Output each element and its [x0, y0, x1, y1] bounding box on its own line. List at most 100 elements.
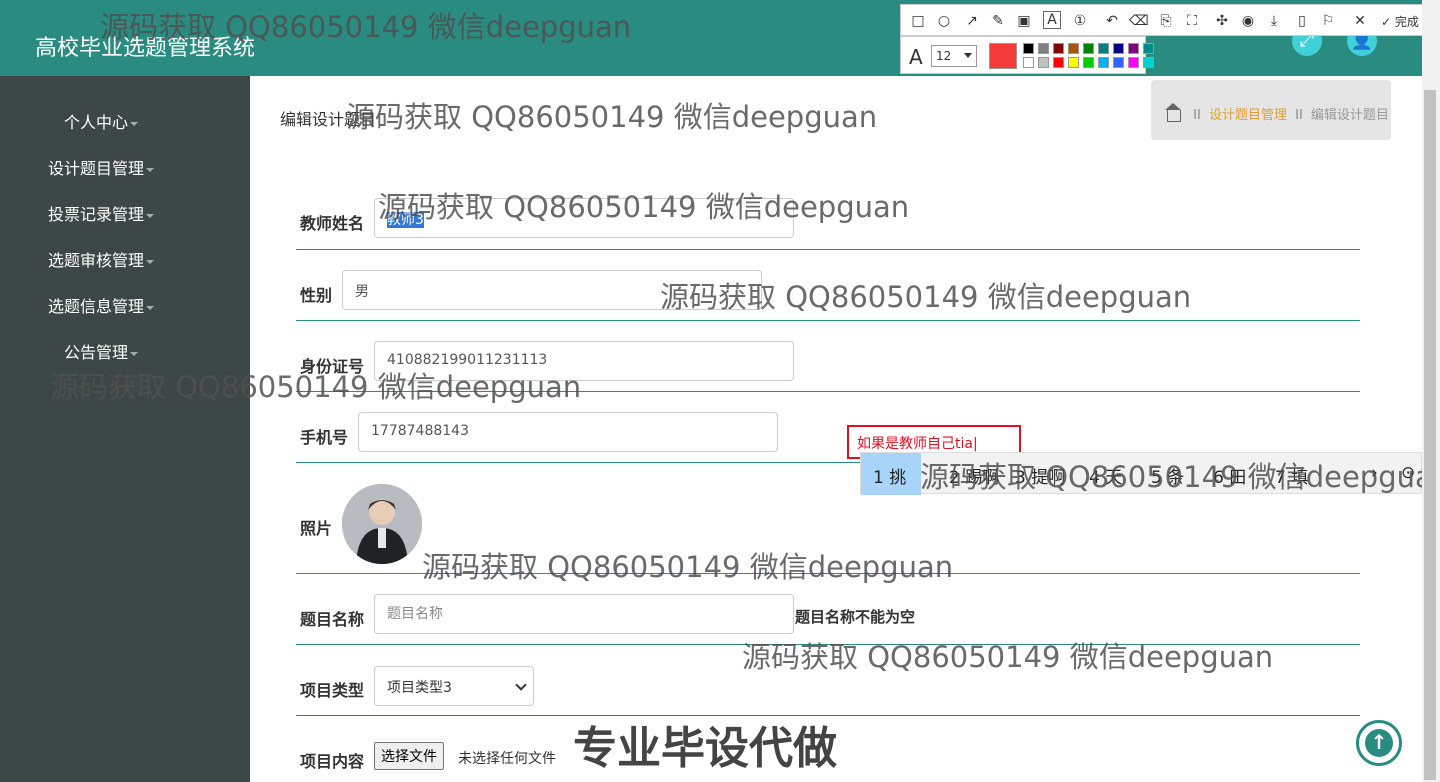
sidebar-item-vote-records[interactable]: 投票记录管理 [0, 201, 226, 225]
undo-icon[interactable]: ↶ [1103, 13, 1121, 29]
caret-down-icon [146, 305, 154, 310]
color-swatch[interactable] [1023, 43, 1034, 54]
topic-name-label: 题目名称 [300, 610, 365, 629]
ime-candidate[interactable]: 2 踢啊 [949, 463, 999, 488]
color-swatch[interactable] [1023, 57, 1034, 68]
font-icon: A [909, 45, 923, 69]
ime-candidate[interactable]: 6 田 [1213, 463, 1246, 488]
record-icon[interactable]: ◉ [1239, 13, 1257, 29]
font-size-select[interactable]: 12 [931, 45, 977, 67]
gender-value: 男 [355, 284, 369, 300]
phone-label: 手机号 [300, 428, 349, 447]
color-swatch[interactable] [1083, 43, 1094, 54]
ime-candidate[interactable]: 7 填 [1275, 463, 1308, 488]
settings-icon[interactable]: ⊙ [1401, 463, 1415, 483]
color-swatch[interactable] [1053, 43, 1064, 54]
page-title: 编辑设计题目 [280, 110, 377, 129]
breadcrumb-separator: II [1193, 108, 1201, 123]
color-swatch[interactable] [1143, 43, 1154, 54]
text-icon[interactable]: A [1043, 11, 1061, 29]
id-number-row: 身份证号 410882199011231113 [296, 321, 1360, 392]
sidebar-item-label: 公告管理 [63, 343, 128, 362]
scroll-to-top-button[interactable]: ↑ [1356, 720, 1402, 766]
breadcrumb: II 设计题目管理 II 编辑设计题目 [1151, 80, 1391, 140]
breadcrumb-separator: II [1295, 108, 1303, 123]
sidebar-item-review[interactable]: 选题审核管理 [0, 247, 226, 271]
done-button[interactable]: ✓ 完成 [1381, 13, 1419, 30]
sidebar-item-label: 投票记录管理 [47, 205, 144, 224]
avatar[interactable] [342, 484, 422, 564]
eraser-icon[interactable]: ⌫ [1129, 13, 1149, 29]
font-size-value: 12 [936, 49, 952, 63]
mosaic-icon[interactable]: ▣ [1015, 13, 1033, 29]
color-swatch[interactable] [1068, 43, 1079, 54]
choose-file-button[interactable]: 选择文件 [374, 742, 444, 770]
color-swatch[interactable] [1083, 57, 1094, 68]
color-swatch[interactable] [1113, 43, 1124, 54]
chevron-down-icon [515, 679, 527, 691]
project-type-value: 项目类型3 [387, 680, 452, 696]
phone-icon[interactable]: ▯ [1293, 13, 1311, 29]
color-swatch[interactable] [1128, 57, 1139, 68]
sidebar-item-topic-management[interactable]: 设计题目管理 [0, 155, 226, 179]
arrow-up-icon: ↑ [1365, 729, 1393, 757]
pen-icon[interactable]: ✎ [989, 13, 1007, 29]
gender-input[interactable]: 男 [342, 270, 762, 310]
teacher-name-value: 教师3 [387, 212, 424, 228]
color-swatch[interactable] [1038, 43, 1049, 54]
color-swatch[interactable] [1098, 43, 1109, 54]
color-swatch[interactable] [1038, 57, 1049, 68]
current-color-swatch[interactable] [989, 43, 1017, 69]
scrollbar[interactable] [1422, 0, 1440, 782]
topic-name-error: 题目名称不能为空 [795, 608, 916, 626]
ime-candidate-bar: 1 挑 2 踢啊 3 提啊 4 天 5 条 6 田 7 填 › ⊙ [860, 452, 1422, 495]
project-type-label: 项目类型 [300, 681, 365, 700]
download-icon[interactable]: ⤓ [1265, 13, 1283, 29]
gender-label: 性别 [300, 286, 333, 305]
ocr-icon[interactable]: ⎘ [1157, 13, 1175, 29]
chevron-down-icon [964, 53, 972, 58]
gender-row: 性别 男 [296, 250, 1360, 321]
color-swatch[interactable] [1113, 57, 1124, 68]
color-swatch[interactable] [1098, 57, 1109, 68]
caret-down-icon [130, 121, 138, 126]
id-number-label: 身份证号 [300, 357, 365, 376]
breadcrumb-topic-management[interactable]: 设计题目管理 [1209, 108, 1287, 123]
color-swatch[interactable] [1053, 57, 1064, 68]
ellipse-icon[interactable]: ○ [935, 13, 953, 29]
sidebar-item-label: 选题审核管理 [47, 251, 144, 270]
watermark-big: 专业毕设代做 [573, 723, 837, 774]
pin-icon[interactable]: ✣ [1213, 13, 1231, 29]
sidebar: 个人中心 设计题目管理 投票记录管理 选题审核管理 选题信息管理 公告管理 [0, 76, 250, 782]
teacher-name-row: 教师姓名 教师3 [296, 186, 1360, 250]
caret-down-icon [146, 213, 154, 218]
arrow-icon[interactable]: ↗ [963, 13, 981, 29]
teacher-name-input[interactable]: 教师3 [374, 198, 794, 238]
scan-icon[interactable]: ⛶ [1183, 13, 1201, 29]
home-icon[interactable] [1165, 102, 1181, 122]
sidebar-item-announcements[interactable]: 公告管理 [0, 339, 226, 363]
ime-candidate[interactable]: 1 挑 [861, 453, 921, 495]
app-title: 高校毕业选题管理系统 [35, 36, 256, 61]
sidebar-item-personal-center[interactable]: 个人中心 [0, 109, 226, 133]
teacher-name-label: 教师姓名 [300, 214, 365, 233]
color-swatch[interactable] [1068, 57, 1079, 68]
id-number-input[interactable]: 410882199011231113 [374, 341, 794, 381]
bookmark-icon[interactable]: ⚐ [1319, 13, 1337, 29]
close-icon[interactable]: ✕ [1351, 13, 1369, 29]
color-swatch[interactable] [1128, 43, 1139, 54]
topic-name-input[interactable] [374, 594, 794, 634]
ime-candidate[interactable]: 4 天 [1089, 463, 1122, 488]
project-content-label: 项目内容 [300, 752, 365, 771]
caret-down-icon [146, 167, 154, 172]
ime-candidate[interactable]: 5 条 [1151, 463, 1184, 488]
number-icon[interactable]: ① [1071, 13, 1089, 29]
rectangle-icon[interactable]: □ [909, 13, 927, 29]
ime-candidate[interactable]: 3 提啊 [1015, 463, 1065, 488]
scrollbar-thumb[interactable] [1424, 90, 1436, 780]
sidebar-item-selection-info[interactable]: 选题信息管理 [0, 293, 226, 317]
phone-input[interactable]: 17787488143 [358, 412, 778, 452]
color-swatch[interactable] [1143, 57, 1154, 68]
chevron-right-icon[interactable]: › [1371, 463, 1378, 483]
project-type-select[interactable]: 项目类型3 [374, 666, 534, 706]
